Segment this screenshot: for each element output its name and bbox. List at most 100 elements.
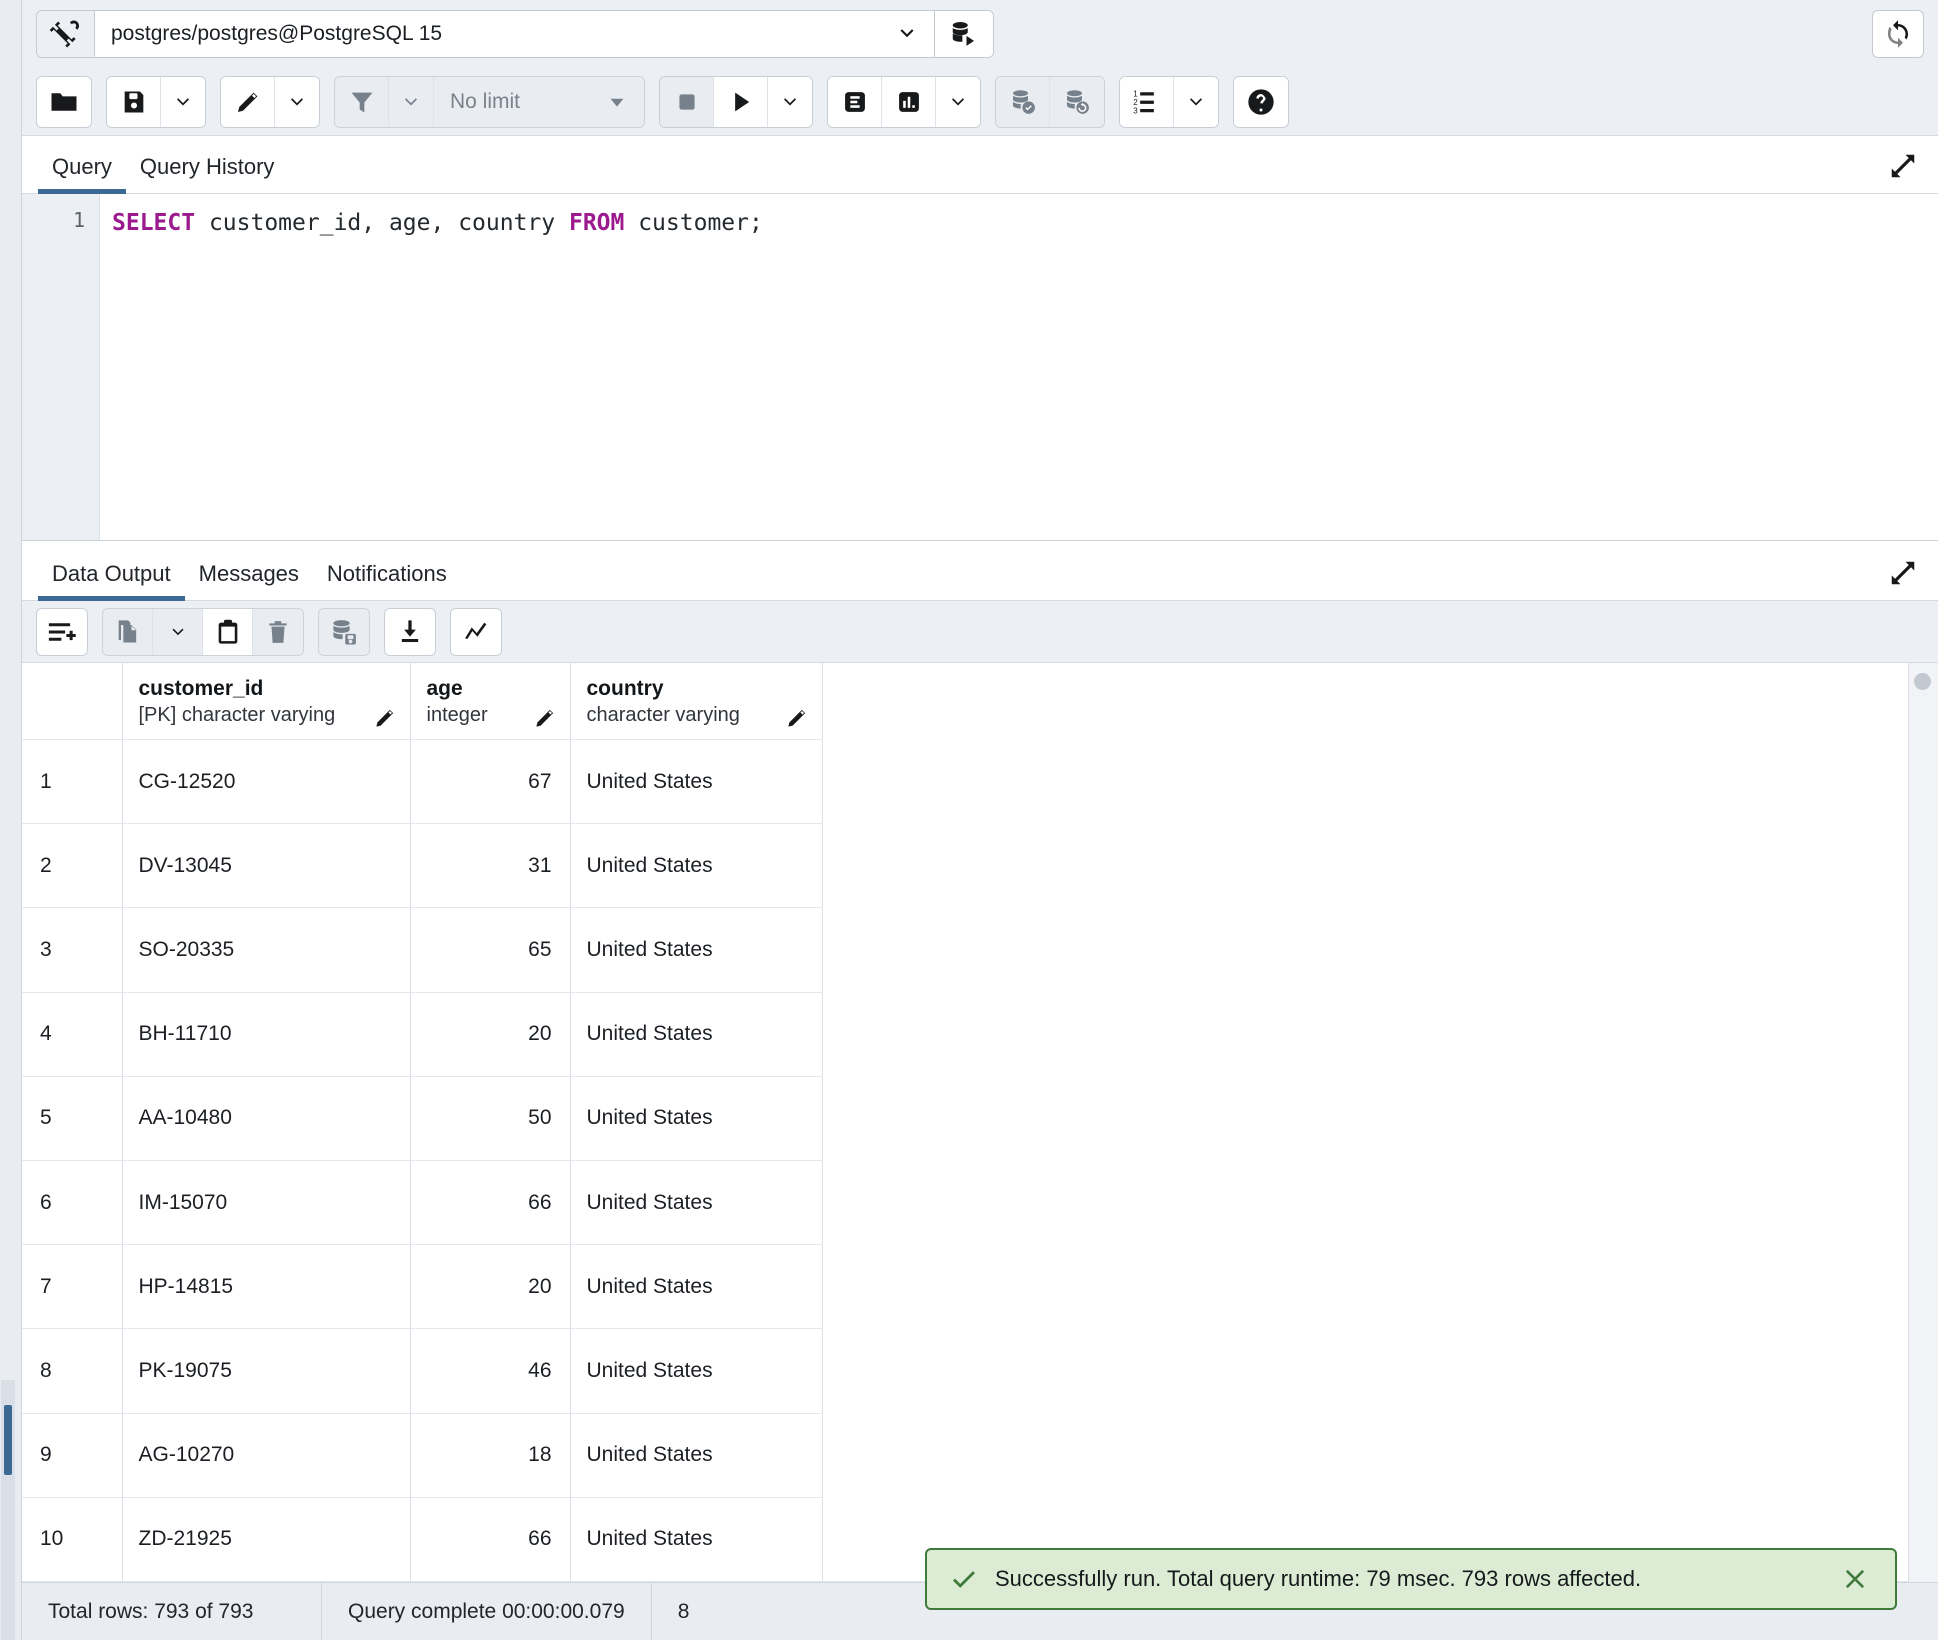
left-rail-scroll-thumb[interactable] xyxy=(4,1405,12,1475)
cell-country[interactable]: United States xyxy=(570,1328,823,1414)
cell-country[interactable]: United States xyxy=(570,1497,823,1582)
download-csv-button[interactable] xyxy=(385,608,435,655)
save-data-changes-button[interactable] xyxy=(319,608,369,655)
table-row[interactable]: 6 IM-15070 66 United States xyxy=(22,1160,823,1246)
sql-code[interactable]: SELECT customer_id, age, country FROM cu… xyxy=(100,194,1938,540)
cell-country[interactable]: United States xyxy=(570,1244,823,1330)
tab-notifications[interactable]: Notifications xyxy=(313,561,461,600)
tab-data-output[interactable]: Data Output xyxy=(38,561,185,601)
svg-text:3: 3 xyxy=(1133,106,1138,115)
status-trailing-cell: 8 xyxy=(652,1583,716,1640)
save-file-button[interactable] xyxy=(107,76,161,127)
chevron-down-icon xyxy=(784,97,796,105)
help-button[interactable] xyxy=(1234,76,1288,127)
cell-age[interactable]: 31 xyxy=(410,823,571,909)
database-select-icon[interactable] xyxy=(935,11,993,57)
macros-options-button[interactable] xyxy=(1174,76,1218,127)
table-row[interactable]: 3 SO-20335 65 United States xyxy=(22,907,823,993)
tab-query-history[interactable]: Query History xyxy=(126,154,288,193)
stop-query-button[interactable] xyxy=(660,76,714,127)
row-limit-select[interactable]: No limit xyxy=(434,76,644,127)
table-row[interactable]: 1 CG-12520 67 United States xyxy=(22,739,823,825)
cell-age[interactable]: 50 xyxy=(410,1076,571,1161)
open-file-button[interactable] xyxy=(37,76,91,127)
cell-customer-id[interactable]: BH-11710 xyxy=(122,992,411,1077)
cell-age[interactable]: 65 xyxy=(410,907,571,993)
edit-column-pencil-icon[interactable] xyxy=(532,705,558,731)
save-options-button[interactable] xyxy=(161,76,205,127)
cell-customer-id[interactable]: SO-20335 xyxy=(122,907,411,993)
cell-age[interactable]: 18 xyxy=(410,1413,571,1498)
cell-customer-id[interactable]: CG-12520 xyxy=(122,739,411,825)
data-grid[interactable]: customer_id [PK] character varying age i… xyxy=(22,663,1938,1582)
add-row-button[interactable] xyxy=(37,608,87,655)
cell-country[interactable]: United States xyxy=(570,992,823,1077)
toast-message: Successfully run. Total query runtime: 7… xyxy=(995,1566,1642,1591)
macros-button[interactable]: 1 2 3 xyxy=(1120,76,1174,127)
query-panel-expand-icon[interactable] xyxy=(1888,151,1918,181)
sql-editor[interactable]: 1 SELECT customer_id, age, country FROM … xyxy=(22,194,1938,541)
edit-column-pencil-icon[interactable] xyxy=(784,705,810,731)
cell-customer-id[interactable]: IM-15070 xyxy=(122,1160,411,1246)
table-row[interactable]: 7 HP-14815 20 United States xyxy=(22,1244,823,1330)
output-tab-bar: Data Output Messages Notifications xyxy=(22,541,1938,601)
table-row[interactable]: 9 AG-10270 18 United States xyxy=(22,1413,823,1498)
table-row[interactable]: 4 BH-11710 20 United States xyxy=(22,992,823,1077)
cell-country[interactable]: United States xyxy=(570,1076,823,1161)
cell-country[interactable]: United States xyxy=(570,823,823,909)
cell-age[interactable]: 20 xyxy=(410,992,571,1077)
success-toast: Successfully run. Total query runtime: 7… xyxy=(925,1548,1897,1610)
cell-customer-id[interactable]: AA-10480 xyxy=(122,1076,411,1161)
rollback-button[interactable] xyxy=(1050,76,1104,127)
cell-country[interactable]: United States xyxy=(570,907,823,993)
column-header-customer-id[interactable]: customer_id [PK] character varying xyxy=(122,663,411,740)
cell-age[interactable]: 66 xyxy=(410,1497,571,1582)
folder-icon xyxy=(51,92,77,111)
grid-scroll-thumb[interactable] xyxy=(1914,673,1931,690)
copy-options-button[interactable] xyxy=(153,608,203,655)
filter-button[interactable] xyxy=(335,76,389,127)
execute-query-button[interactable] xyxy=(714,76,768,127)
connection-select[interactable]: postgres/postgres@PostgreSQL 15 xyxy=(95,11,935,57)
column-header-age[interactable]: age integer xyxy=(410,663,571,740)
cell-customer-id[interactable]: AG-10270 xyxy=(122,1413,411,1498)
row-number: 7 xyxy=(22,1244,123,1330)
cell-customer-id[interactable]: PK-19075 xyxy=(122,1328,411,1414)
cell-country[interactable]: United States xyxy=(570,739,823,825)
edit-options-button[interactable] xyxy=(275,76,319,127)
refresh-icon[interactable] xyxy=(1872,10,1924,58)
table-row[interactable]: 10 ZD-21925 66 United States xyxy=(22,1497,823,1582)
cell-age[interactable]: 46 xyxy=(410,1328,571,1414)
table-row[interactable]: 2 DV-13045 31 United States xyxy=(22,823,823,909)
graph-visualiser-button[interactable] xyxy=(451,608,501,655)
cell-age[interactable]: 67 xyxy=(410,739,571,825)
cell-age[interactable]: 66 xyxy=(410,1160,571,1246)
cell-country[interactable]: United States xyxy=(570,1160,823,1246)
table-row[interactable]: 8 PK-19075 46 United States xyxy=(22,1328,823,1414)
column-header-country[interactable]: country character varying xyxy=(570,663,823,740)
query-complete-cell: Query complete 00:00:00.079 xyxy=(322,1583,652,1640)
explain-button[interactable] xyxy=(828,76,882,127)
cell-country[interactable]: United States xyxy=(570,1413,823,1498)
tab-messages[interactable]: Messages xyxy=(185,561,313,600)
grid-vertical-scrollbar[interactable] xyxy=(1908,663,1938,1582)
cell-customer-id[interactable]: HP-14815 xyxy=(122,1244,411,1330)
paste-button[interactable] xyxy=(203,608,253,655)
cell-age[interactable]: 20 xyxy=(410,1244,571,1330)
copy-button[interactable] xyxy=(103,608,153,655)
row-number: 9 xyxy=(22,1413,123,1498)
edit-column-pencil-icon[interactable] xyxy=(372,705,398,731)
output-panel-expand-icon[interactable] xyxy=(1888,558,1918,588)
explain-analyze-button[interactable] xyxy=(882,76,936,127)
cell-customer-id[interactable]: ZD-21925 xyxy=(122,1497,411,1582)
tab-query[interactable]: Query xyxy=(38,154,126,194)
commit-button[interactable] xyxy=(996,76,1050,127)
edit-tools-button[interactable] xyxy=(221,76,275,127)
filter-options-button[interactable] xyxy=(389,76,434,127)
execute-options-button[interactable] xyxy=(768,76,812,127)
explain-options-button[interactable] xyxy=(936,76,980,127)
close-icon[interactable] xyxy=(1837,1561,1873,1597)
delete-row-button[interactable] xyxy=(253,608,303,655)
table-row[interactable]: 5 AA-10480 50 United States xyxy=(22,1076,823,1161)
cell-customer-id[interactable]: DV-13045 xyxy=(122,823,411,909)
